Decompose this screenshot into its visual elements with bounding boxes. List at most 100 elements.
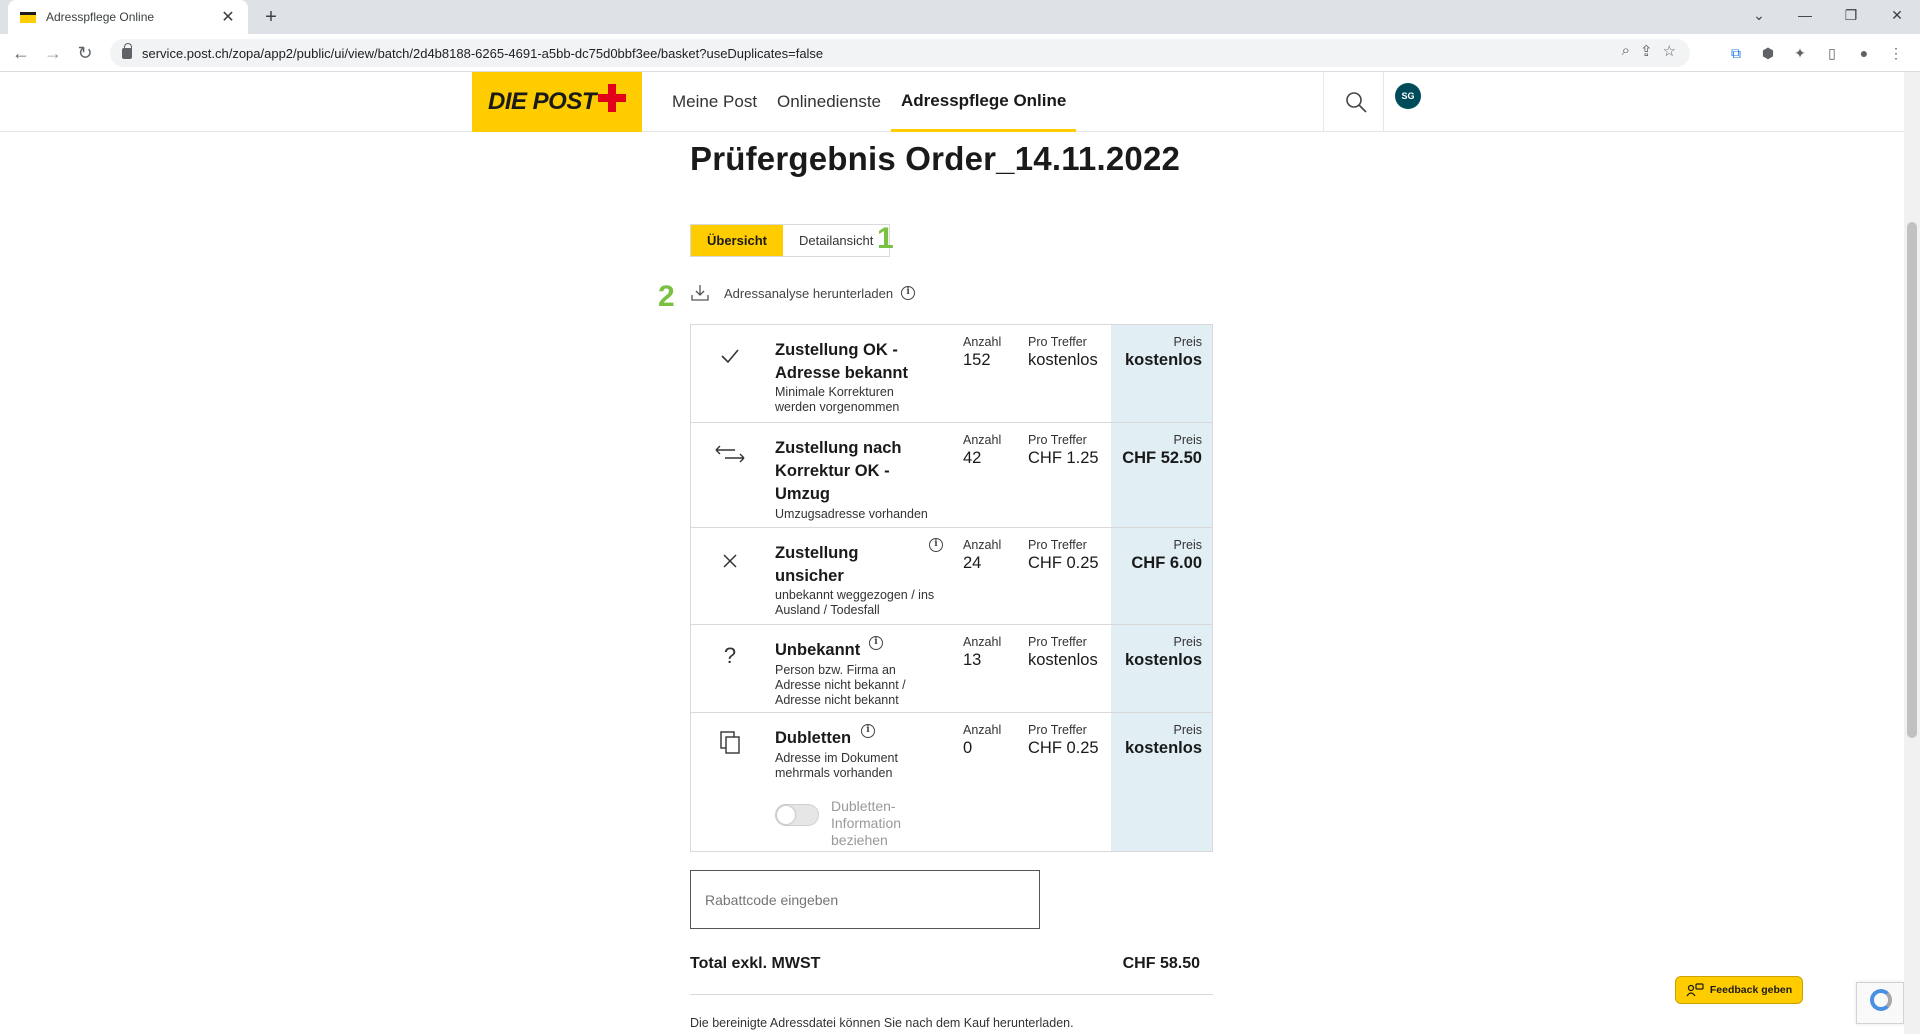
unit-price-value: CHF 0.25 <box>1028 554 1099 572</box>
duplicate-icon <box>720 731 740 754</box>
table-row: ? Unbekannt i Person bzw. Firma an Adres… <box>691 625 1212 713</box>
row-title: Unbekannt <box>775 641 861 659</box>
scrollbar-thumb[interactable] <box>1907 222 1917 738</box>
row-title: Zustellung OK - Adresse bekannt <box>775 341 908 382</box>
restore-icon[interactable]: ❐ <box>1828 0 1874 30</box>
tab-search-icon[interactable]: ⌄ <box>1736 0 1782 30</box>
count-value: 24 <box>963 554 982 572</box>
extensions-puzzle-icon[interactable]: ✦ <box>1788 41 1812 65</box>
annotation-marker-2: 2 <box>658 280 675 313</box>
unit-price-value: CHF 1.25 <box>1028 449 1099 467</box>
logo-text: DIE POST <box>487 88 597 115</box>
post-favicon-icon <box>20 11 36 23</box>
price-value: CHF 52.50 <box>1122 449 1202 467</box>
header-divider <box>1383 72 1384 132</box>
bookmark-star-icon[interactable]: ☆ <box>1663 42 1676 60</box>
browser-toolbar: ← → ↻ service.post.ch/zopa/app2/public/u… <box>0 34 1920 72</box>
unit-price-value: kostenlos <box>1028 651 1098 669</box>
translate-extension-icon[interactable]: ⧉ <box>1724 41 1748 65</box>
results-table: Zustellung OK - Adresse bekannt Minimale… <box>690 324 1213 852</box>
info-icon[interactable]: i <box>861 724 875 738</box>
count-label: Anzahl <box>963 723 1002 737</box>
duplicates-toggle[interactable] <box>775 804 819 826</box>
unit-price-value: kostenlos <box>1028 351 1098 369</box>
new-tab-icon[interactable]: + <box>258 4 284 30</box>
unit-price-label: Pro Treffer <box>1028 335 1087 349</box>
zoom-icon[interactable]: ⌕ <box>1622 42 1630 60</box>
info-icon[interactable]: i <box>929 538 943 552</box>
row-subtitle: Minimale Korrekturen werden vorgenommen <box>775 385 900 414</box>
arrows-exchange-icon <box>715 445 745 463</box>
unit-price-value: CHF 0.25 <box>1028 739 1099 757</box>
price-value: kostenlos <box>1124 351 1202 369</box>
site-header: DIE POST Meine Post Onlinedienste Adress… <box>0 72 1904 132</box>
address-bar[interactable]: service.post.ch/zopa/app2/public/ui/view… <box>110 39 1690 67</box>
header-divider <box>1323 72 1324 132</box>
extension-shield-icon[interactable]: ⬢ <box>1756 41 1780 65</box>
count-label: Anzahl <box>963 538 1002 552</box>
page-scrollbar[interactable] <box>1904 72 1920 1034</box>
main-navigation: Meine Post Onlinedienste Adresspflege On… <box>662 72 1077 132</box>
price-value: kostenlos <box>1124 739 1202 757</box>
nav-onlinedienste[interactable]: Onlinedienste <box>767 72 891 132</box>
discount-code-input[interactable] <box>690 870 1040 929</box>
count-label: Anzahl <box>963 335 1002 349</box>
unit-price-label: Pro Treffer <box>1028 635 1087 649</box>
cross-icon <box>723 554 737 568</box>
side-panel-icon[interactable]: ▯ <box>1820 41 1844 65</box>
swiss-cross-icon <box>598 84 627 112</box>
forward-icon[interactable]: → <box>40 40 66 66</box>
info-icon[interactable]: i <box>869 636 883 650</box>
tab-detail[interactable]: Detailansicht <box>782 225 890 256</box>
download-analysis-label: Adressanalyse herunterladen <box>724 285 894 301</box>
price-value: kostenlos <box>1124 651 1202 669</box>
count-value: 152 <box>963 351 991 369</box>
recaptcha-badge[interactable] <box>1856 982 1904 1024</box>
price-value: CHF 6.00 <box>1131 554 1202 572</box>
search-icon[interactable] <box>1343 89 1369 115</box>
close-tab-icon[interactable]: ✕ <box>218 7 238 27</box>
row-title: Zustellung nach Korrektur OK - Umzug <box>775 439 902 503</box>
duplicates-toggle-label: Dubletten-Information beziehen <box>831 798 902 848</box>
divider <box>690 994 1213 995</box>
price-label: Preis <box>1173 538 1202 552</box>
feedback-button[interactable]: Feedback geben <box>1675 976 1803 1004</box>
total-label: Total exkl. MWST <box>690 955 821 972</box>
die-post-logo[interactable]: DIE POST <box>472 72 642 132</box>
row-subtitle: Umzugsadresse vorhanden <box>775 507 928 521</box>
profile-icon[interactable]: ● <box>1852 41 1876 65</box>
price-label: Preis <box>1173 335 1202 349</box>
count-value: 13 <box>963 651 982 669</box>
row-subtitle: Person bzw. Firma an Adresse nicht bekan… <box>775 663 906 707</box>
row-title: Zustellung unsicher <box>775 544 859 585</box>
price-label: Preis <box>1173 635 1202 649</box>
nav-meine-post[interactable]: Meine Post <box>662 72 767 132</box>
count-value: 42 <box>963 449 982 467</box>
price-label: Preis <box>1173 433 1202 447</box>
reload-icon[interactable]: ↻ <box>72 40 98 66</box>
download-analysis-link[interactable]: Adressanalyse herunterladen i <box>690 283 916 303</box>
download-note: Die bereinigte Adressdatei können Sie na… <box>690 1016 1074 1030</box>
check-icon <box>721 349 739 364</box>
feedback-label: Feedback geben <box>1709 984 1793 996</box>
count-label: Anzahl <box>963 635 1002 649</box>
page-title: Prüfergebnis Order_14.11.2022 <box>690 140 1181 177</box>
browser-menu-icon[interactable]: ⋮ <box>1884 41 1908 65</box>
row-title: Dubletten <box>775 729 852 747</box>
total-row: Total exkl. MWST CHF 58.50 <box>690 955 1200 973</box>
browser-tab[interactable]: Adresspflege Online ✕ <box>8 0 248 34</box>
nav-adresspflege-online[interactable]: Adresspflege Online <box>891 72 1077 132</box>
table-row: Zustellung unsicher i unbekannt weggezog… <box>691 528 1212 625</box>
price-label: Preis <box>1173 723 1202 737</box>
info-icon[interactable]: i <box>901 286 916 300</box>
minimize-icon[interactable]: — <box>1782 0 1828 30</box>
share-icon[interactable]: ⇪ <box>1640 42 1653 60</box>
back-icon[interactable]: ← <box>8 40 34 66</box>
download-icon <box>691 285 709 301</box>
user-avatar[interactable]: SG <box>1395 83 1421 109</box>
browser-tab-title: Adresspflege Online <box>46 10 155 24</box>
close-window-icon[interactable]: ✕ <box>1874 0 1920 30</box>
table-row: Zustellung OK - Adresse bekannt Minimale… <box>691 325 1212 423</box>
tab-overview[interactable]: Übersicht <box>691 225 783 256</box>
browser-tab-strip: Adresspflege Online ✕ + ⌄ — ❐ ✕ <box>0 0 1920 34</box>
